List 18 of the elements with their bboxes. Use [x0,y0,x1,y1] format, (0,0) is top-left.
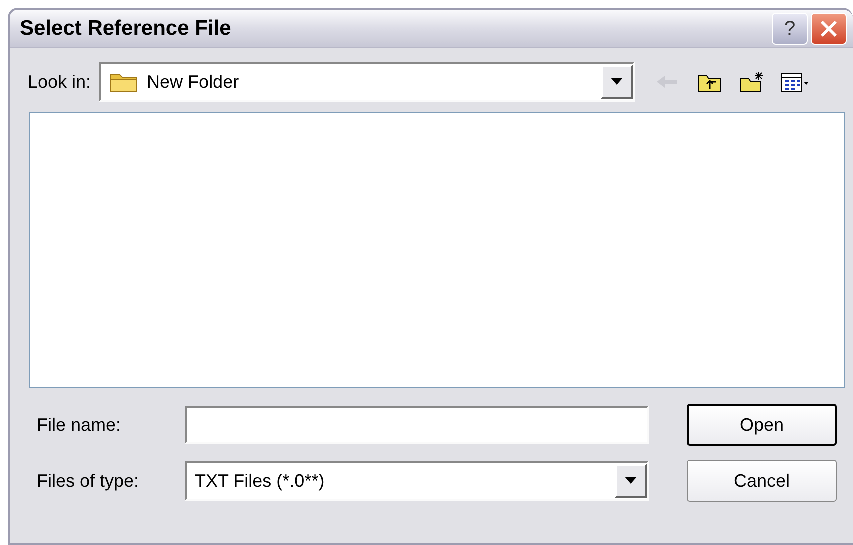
help-button[interactable]: ? [772,12,808,44]
close-icon [820,20,838,38]
look-in-dropdown[interactable]: New Folder [99,62,636,102]
open-button[interactable]: Open [687,404,837,446]
file-name-field[interactable] [185,406,649,444]
look-in-label: Look in: [28,70,92,94]
file-type-dropdown[interactable]: TXT Files (*.0**) [185,461,649,501]
dropdown-button[interactable] [615,464,647,498]
caret-icon [611,78,624,86]
dropdown-button[interactable] [601,65,634,99]
cancel-button[interactable]: Cancel [687,460,837,502]
caret-icon [625,477,637,485]
file-type-label: Files of type: [37,470,140,493]
close-button[interactable] [811,12,847,44]
file-name-label: File name: [37,414,122,436]
file-type-value: TXT Files (*.0**) [195,470,325,493]
window-title: Select Reference File [20,16,232,42]
folder-name: New Folder [147,70,240,94]
